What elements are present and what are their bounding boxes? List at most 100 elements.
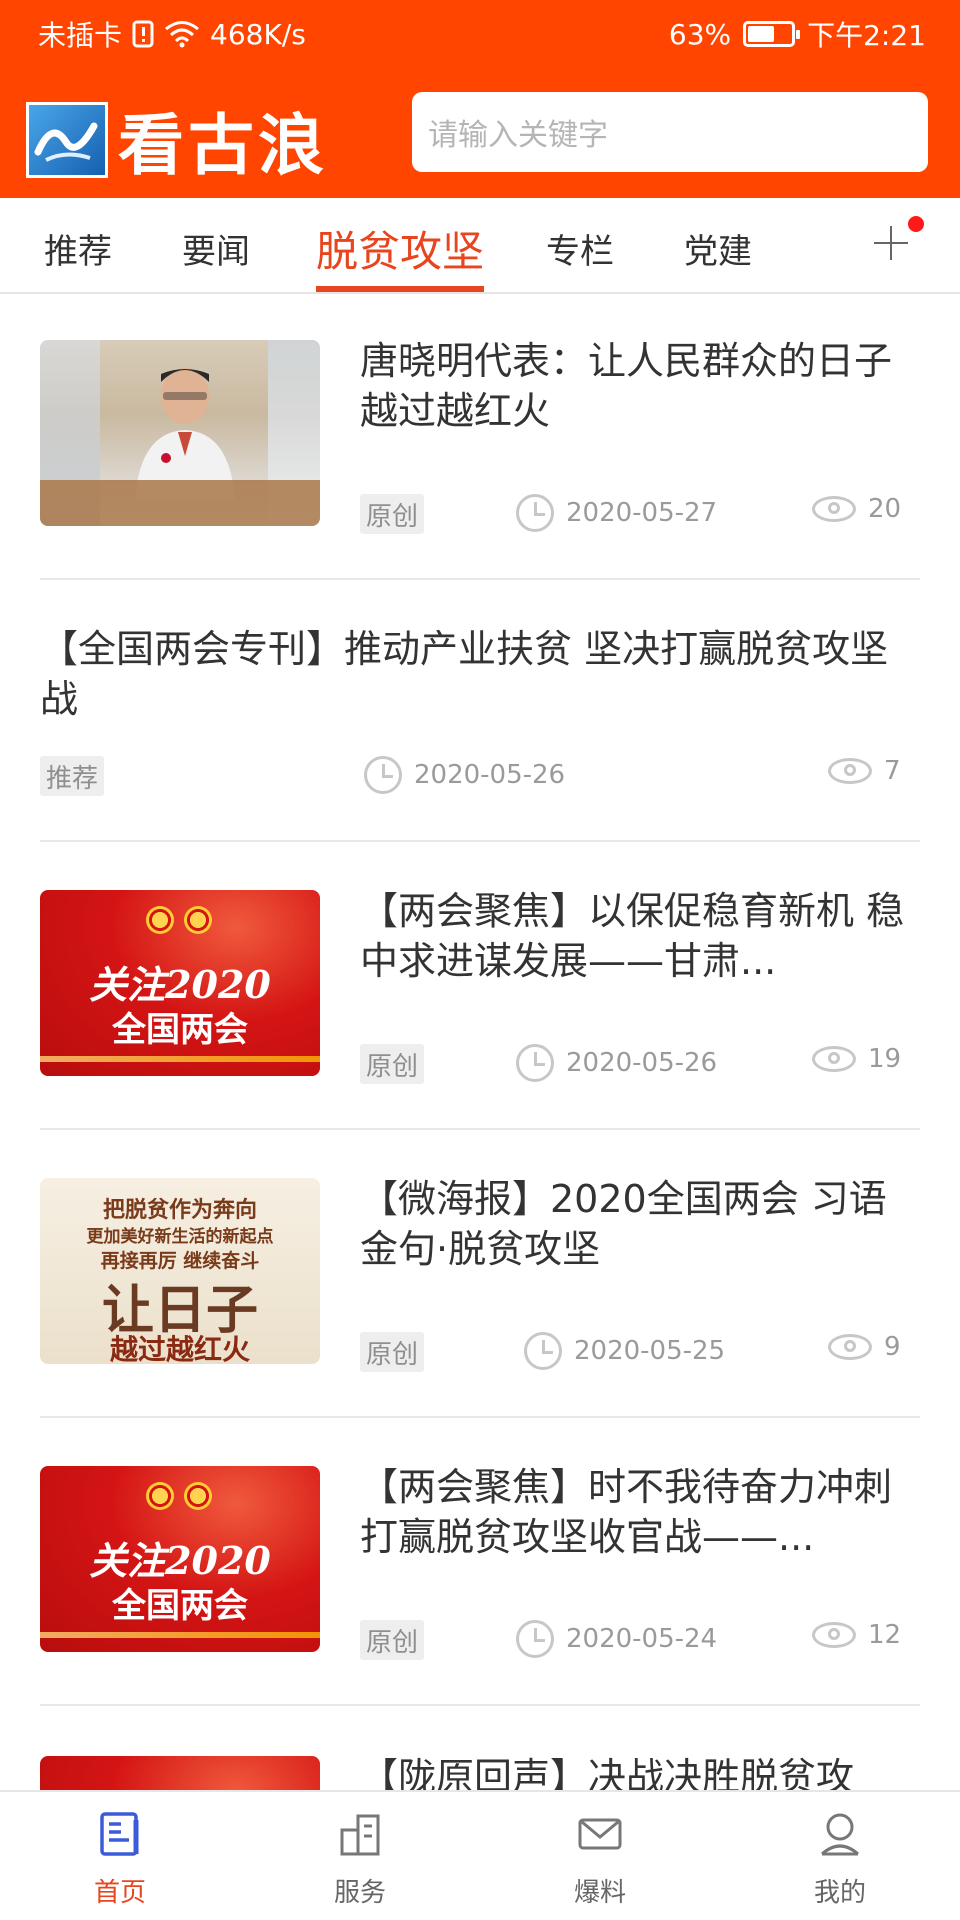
network-speed: 468K/s bbox=[210, 17, 306, 51]
eye-icon bbox=[812, 1622, 856, 1648]
tab-headlines[interactable]: 要闻 bbox=[182, 224, 250, 273]
news-thumbnail bbox=[40, 340, 320, 526]
news-title: 【陇原回声】决战决胜脱贫攻 bbox=[360, 1755, 855, 1790]
battery-percent: 63% bbox=[668, 17, 732, 51]
eye-icon bbox=[812, 1046, 856, 1072]
news-title: 【全国两会专刊】推动产业扶贫 坚决打赢脱贫攻坚战 bbox=[40, 627, 889, 721]
news-tag: 原创 bbox=[360, 494, 425, 534]
news-date-text: 2020-05-26 bbox=[566, 1048, 718, 1078]
news-views: 20 bbox=[812, 494, 901, 524]
nav-profile-label: 我的 bbox=[813, 1878, 866, 1908]
nav-services-label: 服务 bbox=[333, 1878, 386, 1908]
news-item[interactable]: 把脱贫作为奔向 更加美好新生活的新起点 再接再厉 继续奋斗 让日子 越过越红火 … bbox=[40, 1130, 920, 1418]
news-tag: 原创 bbox=[360, 1620, 425, 1660]
home-doc-icon bbox=[100, 1812, 139, 1856]
tab-recommend[interactable]: 推荐 bbox=[44, 224, 112, 273]
news-thumbnail: 关注2020 全国两会 bbox=[40, 890, 320, 1076]
emblem-icon bbox=[146, 1482, 174, 1510]
status-bar: 未插卡 468K/s 63% 下午2:21 bbox=[0, 0, 960, 66]
news-views: 12 bbox=[812, 1620, 901, 1650]
news-date: 2020-05-24 bbox=[516, 1620, 717, 1658]
news-thumbnail: 把脱贫作为奔向 更加美好新生活的新起点 再接再厉 继续奋斗 让日子 越过越红火 bbox=[40, 1178, 320, 1364]
news-views-count: 20 bbox=[868, 494, 902, 524]
news-item[interactable]: 关注2020 全国两会 【两会聚焦】以保促稳育新机 稳中求进谋发展——甘肃...… bbox=[40, 842, 920, 1130]
logo-text: 看古浪 bbox=[118, 106, 328, 184]
notification-dot bbox=[908, 216, 924, 232]
news-date: 2020-05-25 bbox=[524, 1332, 725, 1370]
status-left: 未插卡 468K/s bbox=[38, 14, 306, 54]
news-title: 【两会聚焦】以保促稳育新机 稳中求进谋发展——甘肃... bbox=[360, 889, 905, 983]
news-title: 【两会聚焦】时不我待奋力冲刺 打赢脱贫攻坚收官战——... bbox=[360, 1465, 893, 1559]
clock-icon bbox=[516, 1620, 554, 1658]
speaker-figure bbox=[135, 368, 235, 500]
nav-services[interactable]: 服务 bbox=[300, 1810, 420, 1909]
news-views-count: 12 bbox=[868, 1620, 902, 1650]
gold-ribbon bbox=[40, 1056, 320, 1062]
logo-mark-icon bbox=[26, 102, 108, 178]
active-tab-indicator bbox=[316, 286, 484, 292]
poster-line2: 更加美好新生活的新起点 bbox=[86, 1227, 274, 1247]
app-header: 未插卡 468K/s 63% 下午2:21 看古浪 请输入关键字 bbox=[0, 0, 960, 198]
news-title: 唐晓明代表：让人民群众的日子越过越红火 bbox=[360, 339, 893, 433]
category-tabs: 推荐 要闻 脱贫攻坚 专栏 党建 bbox=[0, 198, 960, 294]
nav-home[interactable]: 首页 bbox=[60, 1810, 180, 1909]
nav-home-label: 首页 bbox=[93, 1878, 146, 1908]
battery-icon bbox=[743, 21, 801, 47]
user-icon bbox=[821, 1813, 859, 1856]
eye-icon bbox=[812, 496, 856, 522]
search-input[interactable]: 请输入关键字 bbox=[412, 92, 928, 172]
sim-alert-icon bbox=[132, 20, 154, 48]
nav-report[interactable]: 爆料 bbox=[540, 1810, 660, 1909]
news-thumbnail: 关注2020 全国两会 bbox=[40, 1466, 320, 1652]
poster-line1: 把脱贫作为奔向 bbox=[102, 1197, 257, 1223]
news-date: 2020-05-26 bbox=[364, 756, 565, 794]
news-views-count: 19 bbox=[868, 1044, 902, 1074]
nav-report-label: 爆料 bbox=[573, 1878, 626, 1908]
emblem-icon bbox=[184, 1482, 212, 1510]
news-date-text: 2020-05-27 bbox=[566, 498, 718, 528]
news-views: 9 bbox=[828, 1332, 901, 1362]
news-tag: 原创 bbox=[360, 1332, 425, 1372]
poster-line5: 越过越红火 bbox=[109, 1333, 250, 1364]
sim-status: 未插卡 bbox=[38, 19, 123, 52]
news-item[interactable]: 唐晓明代表：让人民群众的日子越过越红火 原创 2020-05-27 20 bbox=[40, 294, 920, 580]
tab-poverty-alleviation[interactable]: 脱贫攻坚 bbox=[316, 218, 484, 279]
app-logo[interactable]: 看古浪 bbox=[26, 92, 328, 188]
eye-icon bbox=[828, 758, 872, 784]
news-views-count: 7 bbox=[884, 756, 901, 786]
news-item[interactable]: 【全国两会专刊】推动产业扶贫 坚决打赢脱贫攻坚战 推荐 2020-05-26 7 bbox=[40, 580, 920, 842]
news-tag: 推荐 bbox=[40, 756, 105, 796]
clock-icon bbox=[516, 494, 554, 532]
news-date: 2020-05-27 bbox=[516, 494, 717, 532]
news-item[interactable]: 关注2020 全国两会 【两会聚焦】时不我待奋力冲刺 打赢脱贫攻坚收官战——..… bbox=[40, 1418, 920, 1706]
battery-fill bbox=[748, 26, 775, 42]
news-views-count: 9 bbox=[884, 1332, 901, 1362]
news-views: 19 bbox=[812, 1044, 901, 1074]
news-tag: 原创 bbox=[360, 1044, 425, 1084]
search-placeholder: 请输入关键字 bbox=[428, 118, 608, 153]
clock-icon bbox=[364, 756, 402, 794]
clock-icon bbox=[516, 1044, 554, 1082]
thumb-text-line2: 全国两会 bbox=[112, 1586, 248, 1626]
eye-icon bbox=[828, 1334, 872, 1360]
news-title: 【微海报】2020全国两会 习语金句·脱贫攻坚 bbox=[360, 1177, 887, 1271]
status-right: 63% 下午2:21 bbox=[669, 14, 926, 54]
mail-icon bbox=[578, 1818, 622, 1850]
news-date-text: 2020-05-25 bbox=[574, 1336, 726, 1366]
news-views: 7 bbox=[828, 756, 901, 786]
wifi-icon bbox=[165, 21, 199, 48]
tab-party-building[interactable]: 党建 bbox=[684, 224, 752, 273]
news-date-text: 2020-05-26 bbox=[414, 760, 566, 790]
news-date-text: 2020-05-24 bbox=[566, 1624, 718, 1654]
nav-profile[interactable]: 我的 bbox=[780, 1810, 900, 1909]
bottom-nav: 首页 服务 爆料 我的 bbox=[0, 1790, 960, 1920]
thumb-text-line1: 关注2020 bbox=[89, 962, 271, 1007]
news-date: 2020-05-26 bbox=[516, 1044, 717, 1082]
gold-ribbon bbox=[40, 1632, 320, 1638]
clock-time: 下午2:21 bbox=[807, 19, 926, 52]
news-item[interactable]: 【陇原回声】决战决胜脱贫攻 bbox=[40, 1706, 920, 1790]
building-icon bbox=[340, 1814, 380, 1856]
news-thumbnail bbox=[40, 1756, 320, 1790]
emblem-icon bbox=[146, 906, 174, 934]
tab-columns[interactable]: 专栏 bbox=[546, 224, 614, 273]
